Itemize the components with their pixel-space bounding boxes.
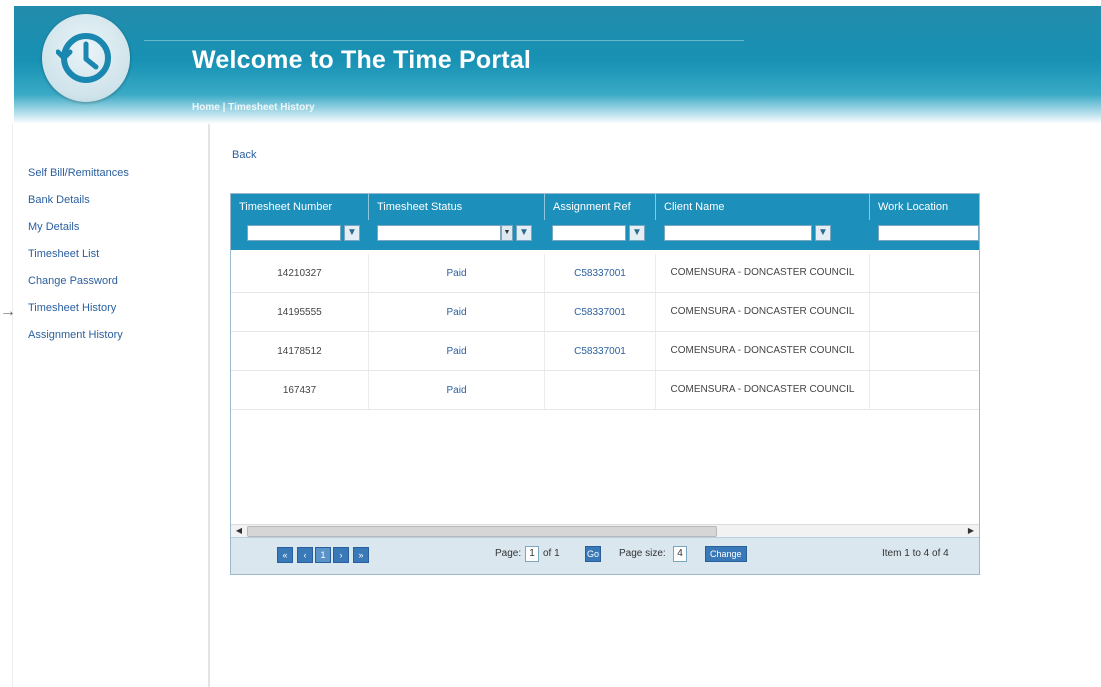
filter-icon[interactable]: ▼ [815, 225, 831, 241]
cell-work-location [870, 254, 979, 292]
sidebar-divider [208, 124, 210, 687]
filter-icon[interactable]: ▼ [516, 225, 532, 241]
page-label: Page: [495, 548, 522, 559]
sidebar-item-timesheet-list[interactable]: Timesheet List [28, 244, 203, 271]
filter-icon[interactable]: ▼ [344, 225, 360, 241]
cell-timesheet-number: 14195555 [231, 293, 369, 331]
back-link[interactable]: Back [232, 149, 256, 161]
table-row[interactable]: 14178512 Paid C58337001 COMENSURA - DONC… [231, 332, 979, 371]
cell-work-location [870, 293, 979, 331]
sidebar-item-my-details[interactable]: My Details [28, 217, 203, 244]
column-header-work-location[interactable]: Work Location [870, 194, 979, 220]
filter-row: ▼ ▼ ▼ ▼ ▼ [231, 220, 979, 248]
scrollbar-thumb[interactable] [247, 526, 717, 537]
cell-assignment-ref[interactable]: C58337001 [545, 293, 656, 331]
go-page-button[interactable]: Go [585, 546, 601, 562]
change-page-size-button[interactable]: Change [705, 546, 747, 562]
clock-logo-icon [42, 14, 130, 102]
cell-status[interactable]: Paid [369, 332, 545, 370]
table-row[interactable]: 14195555 Paid C58337001 COMENSURA - DONC… [231, 293, 979, 332]
cell-status[interactable]: Paid [369, 293, 545, 331]
cell-assignment-ref[interactable]: C58337001 [545, 332, 656, 370]
cell-assignment-ref[interactable]: C58337001 [545, 254, 656, 292]
cell-client-name: COMENSURA - DONCASTER COUNCIL [656, 332, 870, 370]
page-size-label: Page size: [619, 548, 666, 559]
page-of-label: of 1 [543, 548, 560, 559]
column-header-client-name[interactable]: Client Name [656, 194, 870, 220]
last-page-button[interactable]: » [353, 547, 369, 563]
table-row[interactable]: 167437 Paid COMENSURA - DONCASTER COUNCI… [231, 371, 979, 410]
page-number-button[interactable]: 1 [315, 547, 331, 563]
page-title: Welcome to The Time Portal [192, 46, 532, 74]
timesheet-grid: Timesheet Number Timesheet Status Assign… [230, 193, 980, 575]
header-line [144, 40, 744, 41]
cell-work-location [870, 332, 979, 370]
cell-timesheet-number: 14178512 [231, 332, 369, 370]
breadcrumb-home[interactable]: Home [192, 102, 220, 113]
filter-icon[interactable]: ▼ [629, 225, 645, 241]
cell-work-location [870, 371, 979, 409]
cell-client-name: COMENSURA - DONCASTER COUNCIL [656, 371, 870, 409]
page-input[interactable]: 1 [525, 546, 539, 562]
cell-timesheet-number: 14210327 [231, 254, 369, 292]
cell-timesheet-number: 167437 [231, 371, 369, 409]
scroll-right-icon[interactable]: ▶ [965, 526, 977, 536]
current-page-arrow-icon: → [0, 303, 16, 320]
left-border [12, 124, 13, 687]
cell-status[interactable]: Paid [369, 371, 545, 409]
first-page-button[interactable]: « [277, 547, 293, 563]
horizontal-scrollbar[interactable]: ◀ ▶ [231, 524, 979, 537]
grid-rows: 14210327 Paid C58337001 COMENSURA - DONC… [231, 254, 979, 410]
table-row[interactable]: 14210327 Paid C58337001 COMENSURA - DONC… [231, 254, 979, 293]
header-glow [14, 6, 1101, 66]
breadcrumb-current[interactable]: Timesheet History [228, 102, 315, 113]
breadcrumb: Home | Timesheet History [192, 102, 315, 113]
filter-input-work-location[interactable] [878, 225, 979, 241]
sidebar-item-change-password[interactable]: Change Password [28, 271, 203, 298]
column-header-timesheet-number[interactable]: Timesheet Number [231, 194, 369, 220]
scroll-left-icon[interactable]: ◀ [233, 526, 245, 536]
item-summary: Item 1 to 4 of 4 [882, 548, 949, 559]
cell-assignment-ref[interactable] [545, 371, 656, 409]
cell-client-name: COMENSURA - DONCASTER COUNCIL [656, 293, 870, 331]
grid-header: Timesheet Number Timesheet Status Assign… [231, 194, 979, 250]
filter-select-timesheet-status[interactable] [377, 225, 501, 241]
column-header-timesheet-status[interactable]: Timesheet Status [369, 194, 545, 220]
page-size-input[interactable]: 4 [673, 546, 687, 562]
filter-input-client-name[interactable] [664, 225, 812, 241]
sidebar-nav: Self Bill/Remittances Bank Details My De… [28, 163, 203, 352]
cell-status[interactable]: Paid [369, 254, 545, 292]
grid-pager: « ‹ 1 › » Page: 1 of 1 Go Page size: 4 C… [231, 537, 979, 574]
sidebar-item-bank-details[interactable]: Bank Details [28, 190, 203, 217]
column-header-assignment-ref[interactable]: Assignment Ref [545, 194, 656, 220]
sidebar-item-self-bill[interactable]: Self Bill/Remittances [28, 163, 203, 190]
next-page-button[interactable]: › [333, 547, 349, 563]
filter-input-assignment-ref[interactable] [552, 225, 626, 241]
prev-page-button[interactable]: ‹ [297, 547, 313, 563]
dropdown-arrow-icon[interactable]: ▼ [501, 225, 513, 241]
cell-client-name: COMENSURA - DONCASTER COUNCIL [656, 254, 870, 292]
sidebar-item-timesheet-history[interactable]: Timesheet History [28, 298, 203, 325]
filter-input-timesheet-number[interactable] [247, 225, 341, 241]
breadcrumb-separator: | [219, 102, 229, 113]
sidebar-item-assignment-history[interactable]: Assignment History [28, 325, 203, 352]
header-banner: Welcome to The Time Portal Home | Timesh… [14, 6, 1101, 124]
